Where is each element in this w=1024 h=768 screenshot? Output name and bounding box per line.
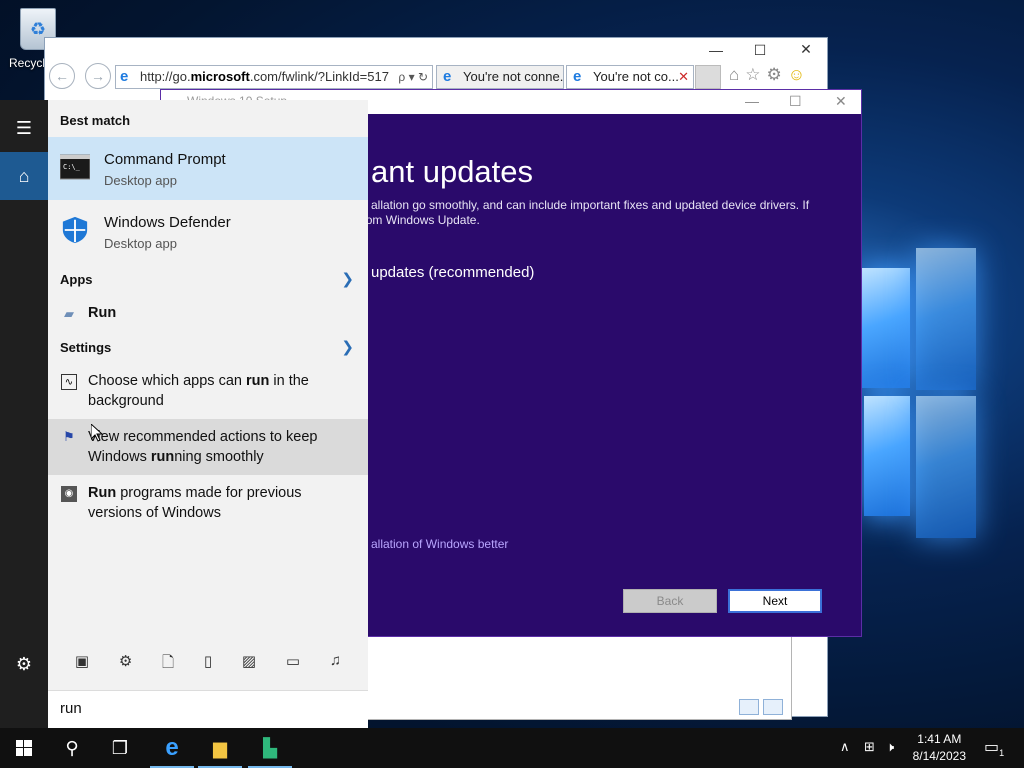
setup-app-icon[interactable]: ▙ [246,728,294,768]
clock[interactable]: 1:41 AM 8/14/2023 [913,731,966,765]
back-button[interactable]: Back [623,589,717,613]
chevron-right-icon[interactable]: ❯ [341,338,354,356]
ie-icon: e [443,68,452,85]
new-tab-button[interactable] [695,65,721,89]
setting-text: Choose which apps can run in the backgro… [88,373,309,409]
result-command-prompt[interactable]: C:\_ Command Prompt Desktop app [48,137,368,200]
filter-bar: ▣ ⚙ 🗋 ▯ ▨ ▭ ♫ [48,652,368,676]
start-windows-icon[interactable] [0,728,48,768]
activity-chart-icon: ∿ [61,374,77,390]
best-match-header: Best match [60,113,131,128]
home-icon[interactable]: ⌂ [729,65,739,85]
next-button[interactable]: Next [728,589,822,613]
settings-gear-icon[interactable]: ⚙ [0,640,48,688]
svg-text:C:\_: C:\_ [63,163,81,171]
ie-content-area [368,637,792,720]
setting-text: Run programs made for previous versions … [88,485,302,521]
hamburger-menu-icon[interactable]: ☰ [0,104,48,152]
smiley-feedback-icon[interactable]: ☺ [788,65,805,85]
chevron-up-icon[interactable]: ∧ [840,739,850,755]
chevron-right-icon[interactable]: ❯ [341,270,354,288]
maximize-icon[interactable]: ☐ [737,42,783,59]
details-view-icon[interactable] [739,699,759,715]
result-compatibility[interactable]: ◉ Run programs made for previous version… [48,483,368,525]
windows-defender-shield-icon [62,216,88,244]
browser-tab-active[interactable]: e You're not co... ✕ [566,65,694,89]
apps-header[interactable]: Apps [60,272,93,287]
browser-tab[interactable]: e You're not conne... [436,65,564,89]
result-windows-defender[interactable]: Windows Defender Desktop app [48,200,368,263]
settings-header[interactable]: Settings [60,340,111,355]
result-run[interactable]: ▰ Run [48,303,368,323]
result-background-apps[interactable]: ∿ Choose which apps can run in the backg… [48,371,368,413]
setting-text: View recommended actions to keep Windows… [88,429,318,465]
apps-icon[interactable]: ▣ [75,652,89,676]
ie-icon: e [120,68,129,85]
search-results-panel: Best match C:\_ Command Prompt Desktop a… [48,100,368,728]
notifications-icon[interactable]: ▭1 [984,737,1004,758]
network-disconnected-icon[interactable]: ⊞ [864,739,875,755]
address-bar[interactable]: e http://go.microsoft.com/fwlink/?LinkId… [115,65,433,89]
search-input[interactable]: run [48,690,368,728]
run-icon: ▰ [64,306,74,321]
phone-icon[interactable]: ▯ [204,652,212,676]
large-icons-view-icon[interactable] [763,699,783,715]
taskbar: ⚲ ❐ e ▆ ▙ ∧ ⊞ 🕨 1:41 AM 8/14/2023 ▭1 [0,728,1024,768]
file-explorer-icon[interactable]: ▆ [196,728,244,768]
photo-icon[interactable]: ▨ [242,652,256,676]
document-icon[interactable]: 🗋 [162,652,174,676]
settings-icon[interactable]: ⚙ [119,652,132,676]
command-prompt-icon: C:\_ [60,154,90,180]
close-icon[interactable]: ✕ [783,41,829,58]
favorites-star-icon[interactable]: ☆ [745,65,760,85]
minimize-icon[interactable]: — [693,42,739,58]
volume-muted-icon[interactable]: 🕨 [886,739,894,755]
home-icon[interactable]: ⌂ [0,152,48,200]
close-tab-icon[interactable]: ✕ [678,66,689,88]
ie-icon: e [573,68,582,85]
forward-arrow-icon[interactable]: → [85,63,111,89]
flag-icon: ⚑ [63,429,75,444]
search-icon[interactable]: ⚲ [48,728,96,768]
maximize-icon[interactable]: ☐ [789,90,802,112]
close-icon[interactable]: ✕ [835,90,847,112]
minimize-icon[interactable]: — [745,90,759,112]
address-controls-icon[interactable]: ρ ▾ ↻ [398,66,428,88]
task-view-icon[interactable]: ❐ [96,728,144,768]
compatibility-icon: ◉ [61,486,77,502]
windows-logo-wallpaper [862,228,1024,558]
gear-icon[interactable]: ⚙ [767,65,782,85]
music-icon[interactable]: ♫ [330,652,341,676]
back-arrow-icon[interactable]: ← [49,63,75,89]
internet-explorer-icon[interactable]: e [148,728,196,768]
start-rail: ☰ ⌂ ⚙ [0,100,48,728]
video-icon[interactable]: ▭ [286,652,300,676]
